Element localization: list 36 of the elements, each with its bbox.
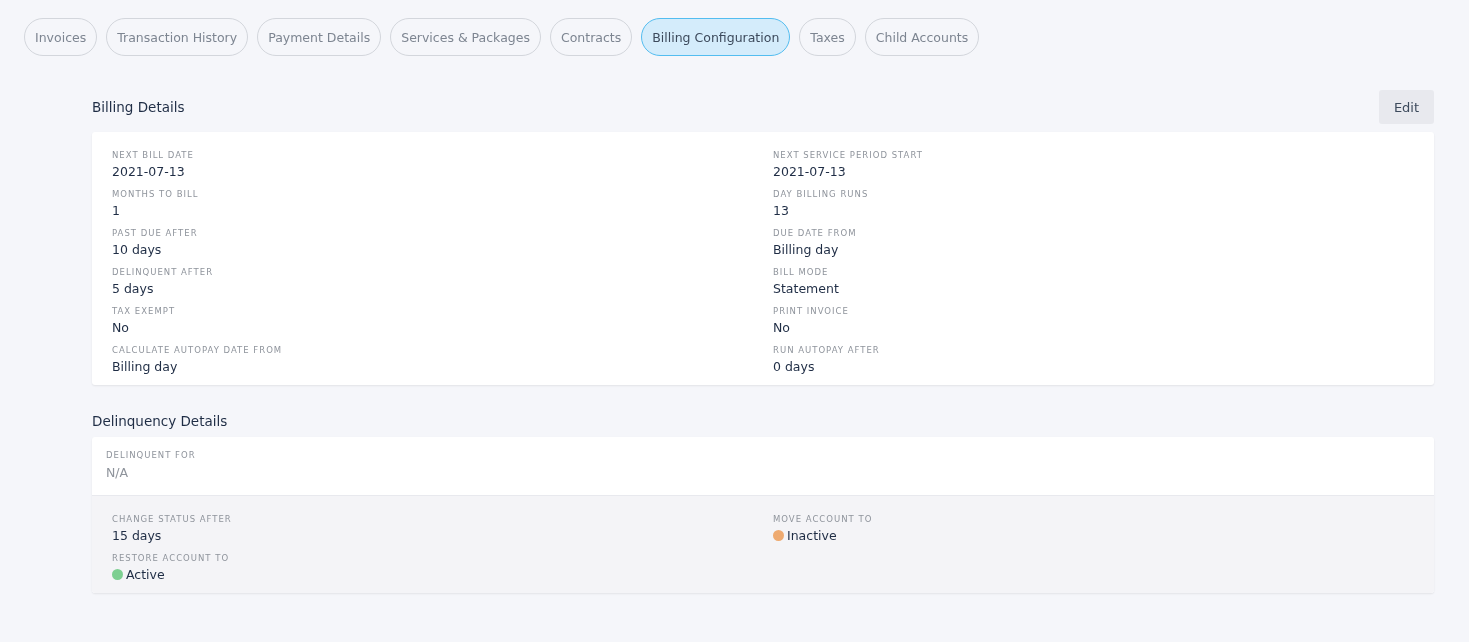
field-value: 10 days — [112, 241, 162, 258]
field-value: No — [112, 319, 129, 336]
field-value: Billing day — [773, 241, 839, 258]
field-label: PAST DUE AFTER — [112, 228, 198, 238]
field-value: Active — [126, 566, 165, 583]
field-label: DAY BILLING RUNS — [773, 189, 869, 199]
tab[interactable]: Billing Configuration — [641, 18, 791, 56]
field-value: N/A — [106, 464, 129, 481]
field-label: MONTHS TO BILL — [112, 189, 199, 199]
field-label: BILL MODE — [773, 267, 829, 277]
field-label: DELINQUENT AFTER — [112, 267, 214, 277]
field-value: 1 — [112, 202, 120, 219]
field-label: CHANGE STATUS AFTER — [112, 514, 232, 524]
field-label: RUN AUTOPAY AFTER — [773, 345, 880, 355]
field-label: PRINT INVOICE — [773, 306, 849, 316]
field-value: 2021-07-13 — [112, 163, 185, 180]
field-label: DELINQUENT FOR — [106, 450, 196, 460]
field-value: Statement — [773, 280, 839, 297]
field-label: TAX EXEMPT — [112, 306, 176, 316]
field-label: RESTORE ACCOUNT TO — [112, 553, 230, 563]
field-value: 2021-07-13 — [773, 163, 846, 180]
field-label: MOVE ACCOUNT TO — [773, 514, 873, 524]
edit-button[interactable]: Edit — [1379, 90, 1434, 124]
field-value: 13 — [773, 202, 789, 219]
field-value: Inactive — [787, 527, 837, 544]
field-label: NEXT SERVICE PERIOD START — [773, 150, 923, 160]
field-value: 0 days — [773, 358, 815, 375]
field-value: Billing day — [112, 358, 178, 375]
field-value: 5 days — [112, 280, 154, 297]
field-label: CALCULATE AUTOPAY DATE FROM — [112, 345, 283, 355]
field-value: No — [773, 319, 790, 336]
section-title: Delinquency Details — [92, 413, 228, 429]
field-label: DUE DATE FROM — [773, 228, 857, 238]
section-title: Billing Details — [92, 99, 185, 115]
field-label: NEXT BILL DATE — [112, 150, 194, 160]
field-value: 15 days — [112, 527, 162, 544]
